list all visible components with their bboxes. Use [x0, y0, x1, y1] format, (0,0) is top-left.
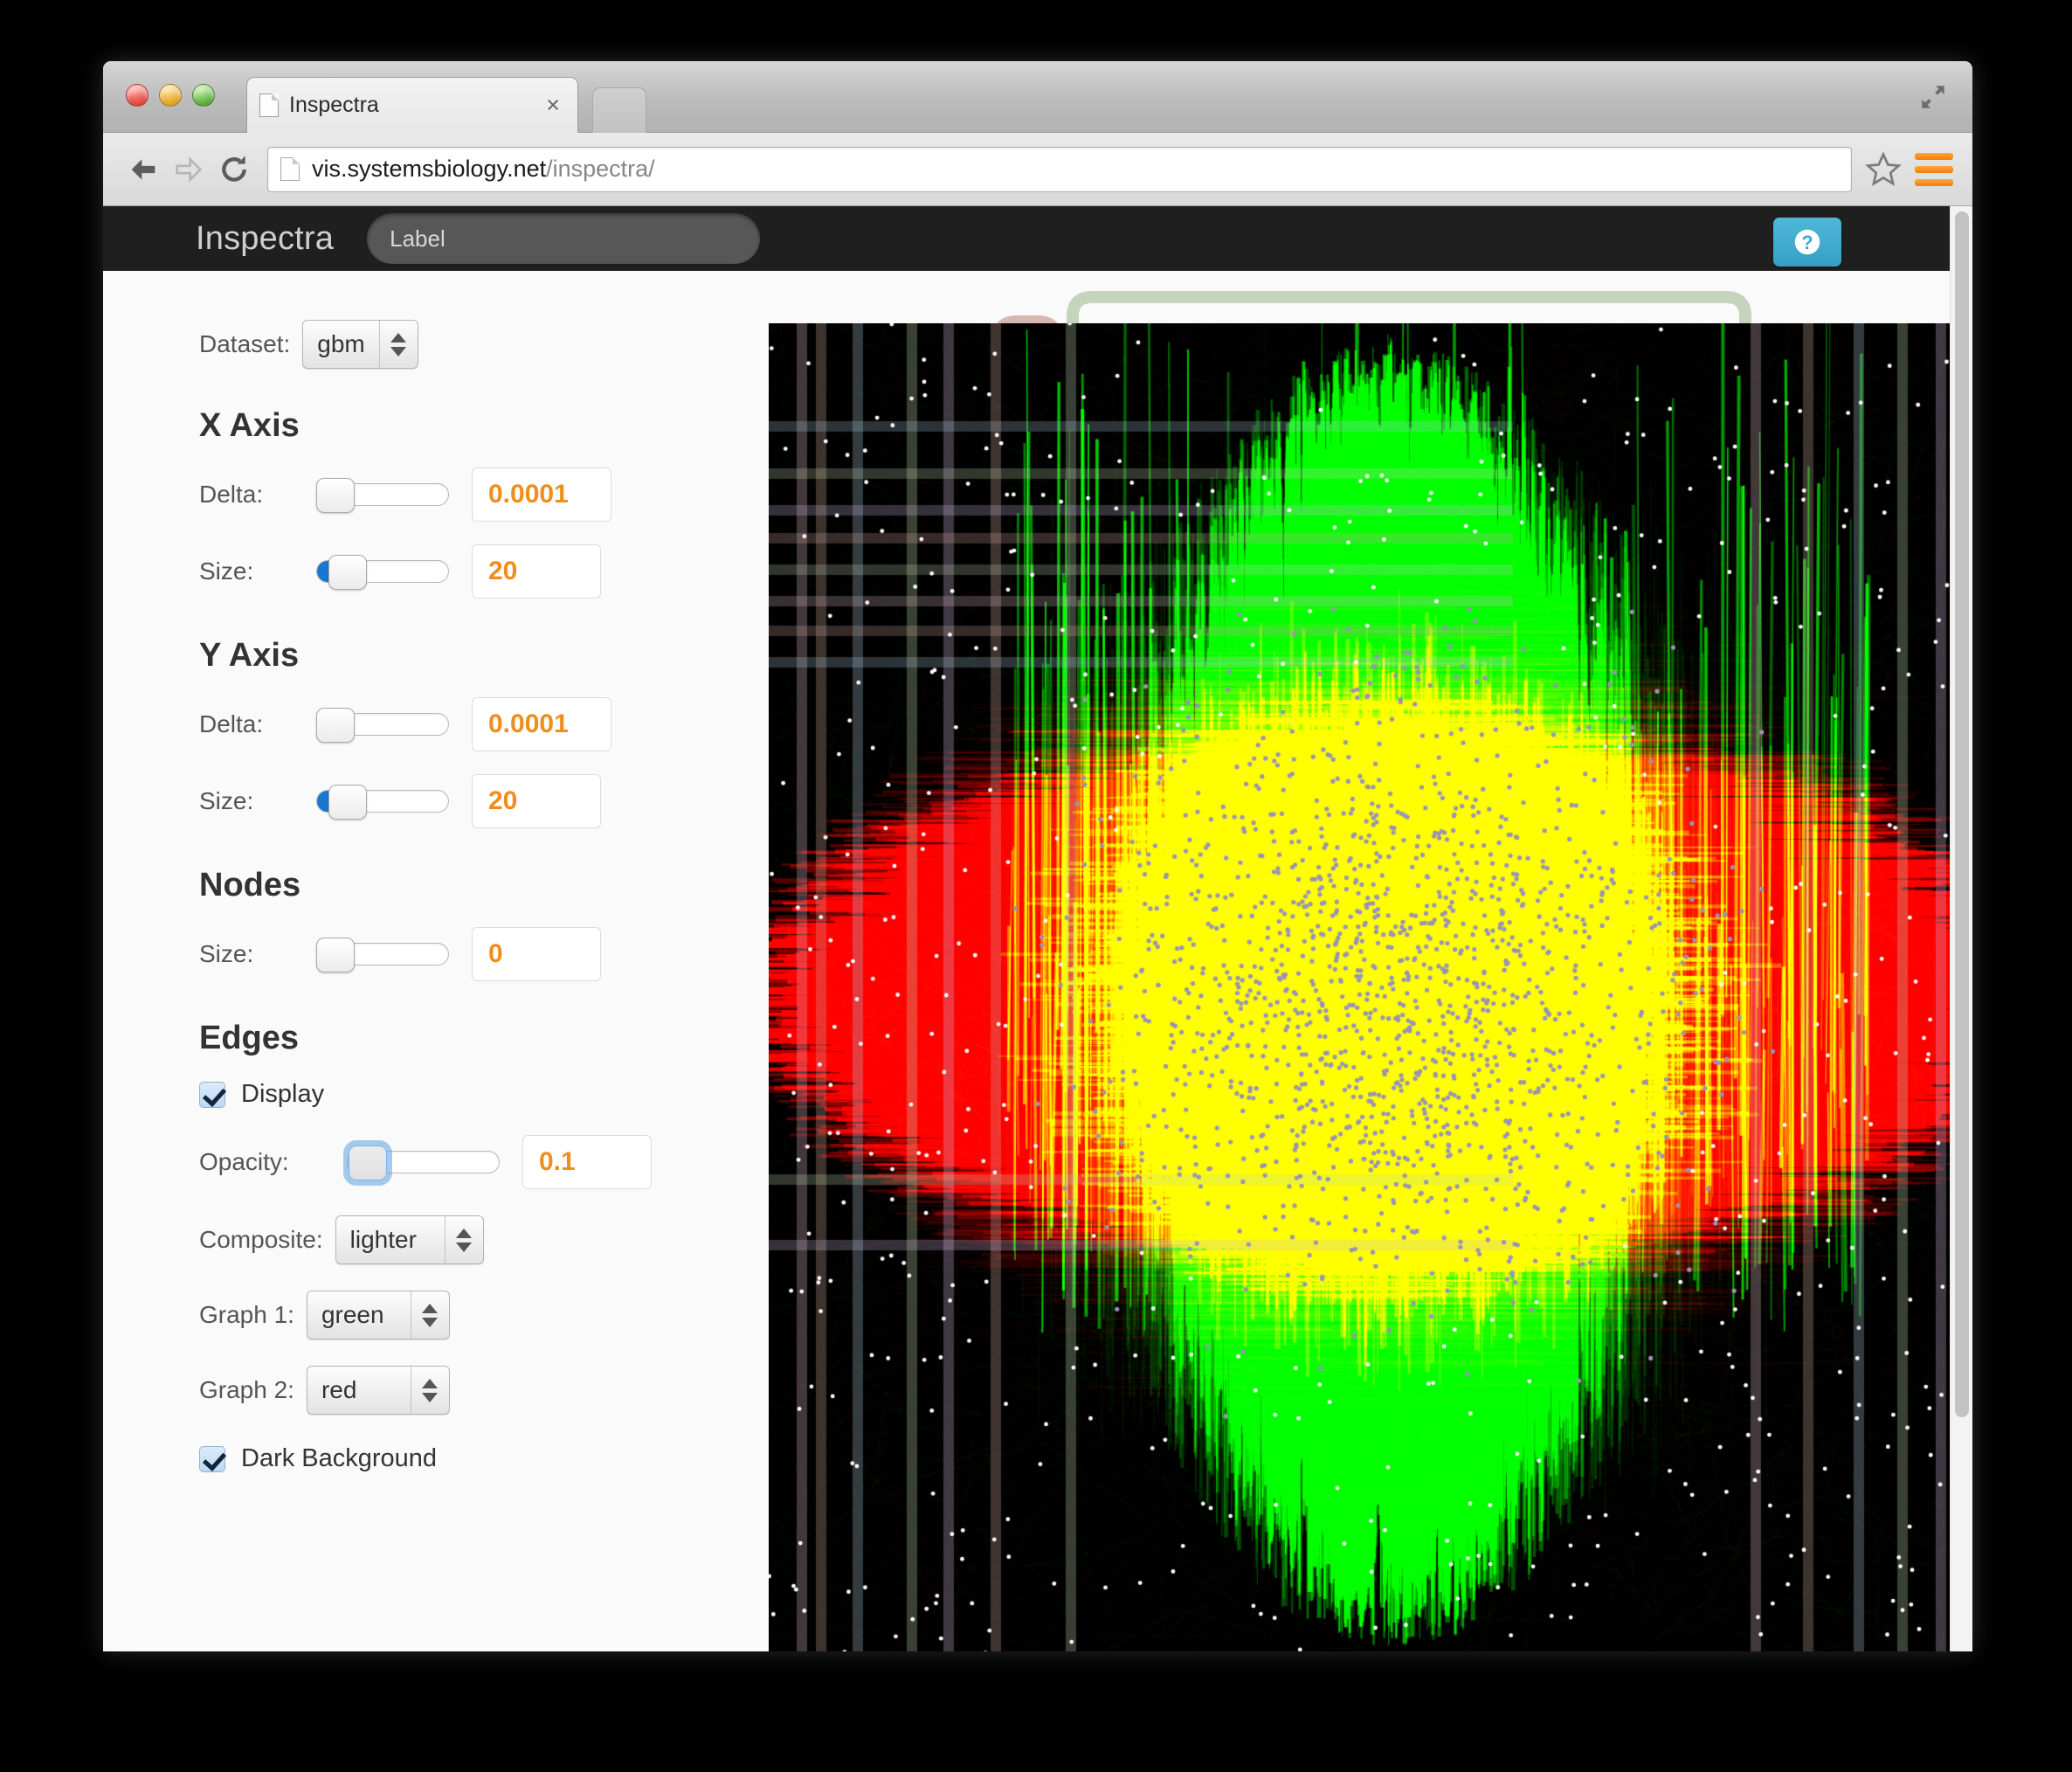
desktop-background: Inspectra ×	[0, 0, 2072, 1772]
label-input[interactable]: Label	[367, 213, 760, 264]
x-size-row: Size: 20	[199, 544, 715, 599]
stepper-arrows-icon	[411, 1291, 449, 1339]
y-size-row: Size: 20	[199, 774, 715, 828]
edges-display-row: Display	[199, 1080, 715, 1109]
x-delta-slider[interactable]	[316, 480, 449, 509]
graph2-select[interactable]: red	[307, 1366, 450, 1415]
browser-toolbar: vis.systemsbiology.net/inspectra/	[103, 133, 1972, 206]
edge-opacity-value[interactable]: 0.1	[522, 1135, 652, 1189]
edge-opacity-label: Opacity:	[199, 1148, 335, 1176]
browser-tab-strip: Inspectra ×	[103, 61, 1972, 133]
graph2-label: Graph 2:	[199, 1376, 294, 1404]
close-window-button[interactable]	[126, 84, 148, 107]
control-panel: Dataset: gbm X Axis Delta:	[103, 271, 715, 1473]
nodes-heading: Nodes	[199, 867, 715, 904]
app-header: Inspectra Label ?	[103, 206, 1972, 271]
x-axis-heading: X Axis	[199, 407, 715, 445]
graph-canvas[interactable]	[769, 323, 1950, 1651]
x-size-label: Size:	[199, 557, 304, 585]
dataset-row: Dataset: gbm	[199, 320, 715, 369]
page-security-icon	[280, 157, 300, 181]
node-size-label: Size:	[199, 940, 304, 968]
tab-title: Inspectra	[289, 93, 541, 118]
url-host: vis.systemsbiology.net	[312, 156, 546, 183]
slider-knob[interactable]	[328, 785, 367, 820]
graph1-select[interactable]: green	[307, 1291, 450, 1339]
composite-select[interactable]: lighter	[335, 1215, 484, 1264]
app-body: Dataset: gbm X Axis Delta:	[103, 271, 1972, 1651]
window-expand-icon[interactable]	[1918, 82, 1948, 112]
slider-knob[interactable]	[316, 938, 355, 973]
y-delta-row: Delta: 0.0001	[199, 697, 715, 751]
slider-knob[interactable]	[316, 478, 355, 513]
slider-knob[interactable]	[349, 1146, 387, 1180]
y-size-slider[interactable]	[316, 786, 449, 816]
address-bar[interactable]: vis.systemsbiology.net/inspectra/	[267, 147, 1852, 192]
dark-background-row: Dark Background	[199, 1444, 715, 1473]
composite-label: Composite:	[199, 1226, 323, 1254]
close-tab-icon[interactable]: ×	[541, 93, 565, 117]
page-scrollbar[interactable]	[1950, 206, 1972, 1651]
bookmark-star-icon[interactable]	[1864, 150, 1903, 189]
y-delta-value[interactable]: 0.0001	[472, 697, 611, 751]
svg-text:?: ?	[1801, 232, 1813, 253]
page-icon	[259, 93, 279, 117]
y-delta-slider[interactable]	[316, 709, 449, 739]
x-delta-row: Delta: 0.0001	[199, 467, 715, 522]
x-size-value[interactable]: 20	[472, 544, 601, 599]
composite-row: Composite: lighter	[199, 1215, 715, 1264]
maximize-window-button[interactable]	[192, 84, 215, 107]
stepper-arrows-icon	[411, 1367, 449, 1414]
node-size-row: Size: 0	[199, 927, 715, 981]
edges-display-label: Display	[241, 1080, 324, 1109]
x-delta-value[interactable]: 0.0001	[472, 467, 611, 522]
edges-heading: Edges	[199, 1020, 715, 1057]
dataset-select[interactable]: gbm	[302, 320, 418, 369]
back-arrow-icon[interactable]	[122, 149, 164, 190]
graph1-label: Graph 1:	[199, 1301, 294, 1329]
reload-icon[interactable]	[213, 149, 255, 190]
stepper-arrows-icon	[379, 321, 418, 368]
label-input-value: Label	[390, 225, 445, 253]
browser-tab[interactable]: Inspectra ×	[246, 77, 578, 133]
composite-select-value: lighter	[336, 1216, 445, 1263]
scrollbar-thumb[interactable]	[1955, 211, 1969, 1417]
y-size-label: Size:	[199, 787, 304, 815]
minimize-window-button[interactable]	[159, 84, 182, 107]
slider-knob[interactable]	[316, 708, 355, 743]
graph1-row: Graph 1: green	[199, 1291, 715, 1339]
graph2-row: Graph 2: red	[199, 1366, 715, 1415]
url-path: /inspectra/	[546, 156, 655, 183]
browser-window: Inspectra ×	[103, 61, 1972, 1651]
dataset-label: Dataset:	[199, 330, 290, 358]
y-size-value[interactable]: 20	[472, 774, 601, 828]
node-size-slider[interactable]	[316, 939, 449, 969]
x-size-slider[interactable]	[316, 557, 449, 586]
edges-display-checkbox[interactable]	[199, 1082, 225, 1108]
dark-background-checkbox[interactable]	[199, 1446, 225, 1472]
y-delta-label: Delta:	[199, 710, 304, 738]
dark-background-label: Dark Background	[241, 1444, 437, 1473]
forward-arrow-icon[interactable]	[168, 149, 210, 190]
page-viewport: Inspectra Label ? Dataset:	[103, 206, 1972, 1651]
new-tab-button[interactable]	[592, 87, 646, 133]
visualization-area[interactable]	[769, 271, 1950, 1651]
y-axis-heading: Y Axis	[199, 637, 715, 675]
question-mark-icon: ?	[1792, 226, 1823, 258]
help-button[interactable]: ?	[1773, 218, 1841, 266]
graph1-select-value: green	[307, 1291, 411, 1339]
edge-opacity-row: Opacity: 0.1	[199, 1135, 715, 1189]
app-brand: Inspectra	[196, 220, 334, 258]
node-size-value[interactable]: 0	[472, 927, 601, 981]
graph-plot[interactable]	[769, 323, 1950, 1651]
dataset-select-value: gbm	[303, 321, 378, 368]
stepper-arrows-icon	[445, 1216, 483, 1263]
window-traffic-lights	[126, 84, 215, 107]
slider-knob[interactable]	[328, 555, 367, 590]
edge-opacity-slider[interactable]	[347, 1147, 500, 1177]
x-delta-label: Delta:	[199, 481, 304, 509]
graph2-select-value: red	[307, 1367, 411, 1414]
chrome-menu-icon[interactable]	[1915, 150, 1953, 189]
